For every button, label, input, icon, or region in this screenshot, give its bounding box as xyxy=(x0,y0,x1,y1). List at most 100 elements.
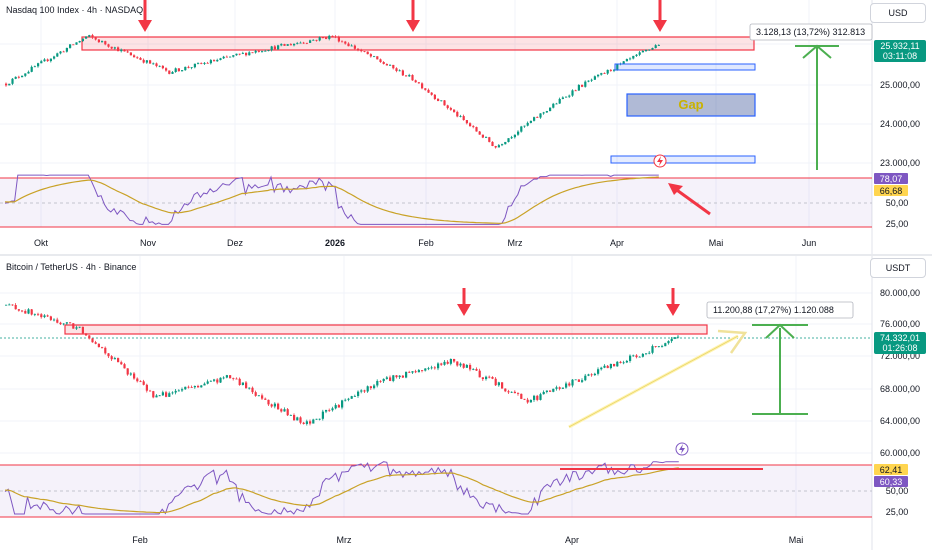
nasdaq-x-tick: Apr xyxy=(610,238,624,248)
bitcoin-candle xyxy=(264,398,267,400)
nasdaq-candle xyxy=(53,56,56,59)
bitcoin-candle xyxy=(78,326,81,328)
nasdaq-candle xyxy=(168,70,171,74)
nasdaq-candle xyxy=(513,134,516,138)
nasdaq-candle xyxy=(411,75,414,81)
nasdaq-candle xyxy=(459,116,462,117)
nasdaq-candle xyxy=(593,76,596,80)
nasdaq-candle xyxy=(261,51,264,52)
nasdaq-candle xyxy=(219,58,222,60)
bitcoin-candle xyxy=(94,342,97,344)
nasdaq-candle xyxy=(81,38,84,42)
nasdaq-countdown: 03:11:08 xyxy=(883,51,917,61)
bitcoin-candle xyxy=(49,316,52,320)
nasdaq-candle xyxy=(270,46,273,51)
bitcoin-candle xyxy=(216,379,219,383)
nasdaq-candle xyxy=(161,65,164,69)
nasdaq-support-box[interactable] xyxy=(610,155,756,164)
bitcoin-candle xyxy=(632,355,635,357)
bitcoin-candle xyxy=(123,364,126,369)
bitcoin-candle xyxy=(616,361,619,367)
bitcoin-candle xyxy=(491,377,494,379)
chart-stage[interactable]: 26.000,0025.000,0024.000,0023.000,00 Okt… xyxy=(0,0,932,550)
bitcoin-candle xyxy=(501,382,504,389)
bitcoin-y-tick: 64.000,00 xyxy=(880,416,920,426)
bitcoin-candles[interactable] xyxy=(5,303,680,426)
nasdaq-last-price: 25.932,11 xyxy=(880,41,919,51)
bitcoin-candle xyxy=(478,370,481,378)
bitcoin-down-arrowhead xyxy=(666,304,680,316)
bitcoin-alert-icon[interactable] xyxy=(675,442,689,456)
bitcoin-candle xyxy=(385,377,388,379)
nasdaq-candle xyxy=(117,47,120,52)
bitcoin-candle xyxy=(72,323,75,329)
bitcoin-candle xyxy=(235,378,238,380)
bitcoin-candle xyxy=(414,371,417,373)
nasdaq-gap-box-small[interactable] xyxy=(614,63,756,71)
nasdaq-x-tick: Jun xyxy=(802,238,817,248)
nasdaq-candle xyxy=(488,137,491,142)
nasdaq-candle xyxy=(232,55,235,57)
bitcoin-candle xyxy=(197,385,200,388)
nasdaq-rsi-ma-value: 66,68 xyxy=(880,186,903,196)
nasdaq-alert-icon[interactable] xyxy=(653,154,667,168)
nasdaq-candle xyxy=(62,51,65,53)
bitcoin-red-arrows xyxy=(457,288,680,316)
bitcoin-candle xyxy=(401,375,404,378)
bitcoin-candle xyxy=(328,409,331,411)
bitcoin-candle xyxy=(363,390,366,392)
bitcoin-down-arrowhead xyxy=(457,304,471,316)
bitcoin-candle xyxy=(161,392,164,396)
bitcoin-candle xyxy=(229,375,232,379)
nasdaq-candle xyxy=(209,60,212,64)
nasdaq-candle xyxy=(465,120,468,124)
bitcoin-resistance-zone[interactable] xyxy=(64,324,708,335)
bitcoin-candle xyxy=(126,368,129,375)
bitcoin-candle xyxy=(149,390,152,392)
nasdaq-currency-button[interactable]: USD xyxy=(870,3,926,23)
nasdaq-candle xyxy=(561,97,564,99)
nasdaq-candle xyxy=(632,55,635,59)
bitcoin-candle xyxy=(577,379,580,382)
nasdaq-candle xyxy=(46,59,49,62)
bitcoin-candle xyxy=(187,386,190,388)
bitcoin-y-tick: 60.000,00 xyxy=(880,448,920,458)
nasdaq-candle xyxy=(264,50,267,52)
nasdaq-candles[interactable] xyxy=(5,33,660,149)
bitcoin-y-tick: 76.000,00 xyxy=(880,319,920,329)
bitcoin-candle xyxy=(545,390,548,392)
nasdaq-symbol-title[interactable]: Nasdaq 100 Index · 4h · NASDAQ xyxy=(6,5,143,15)
nasdaq-candle xyxy=(277,45,280,50)
bitcoin-candle xyxy=(645,353,648,355)
bitcoin-candle xyxy=(104,347,107,354)
nasdaq-candle xyxy=(657,45,660,47)
bitcoin-candle xyxy=(459,363,462,366)
nasdaq-candle xyxy=(321,37,324,39)
nasdaq-candle xyxy=(136,57,139,59)
bitcoin-candle xyxy=(424,368,427,371)
bitcoin-candle xyxy=(600,367,603,370)
bitcoin-candle xyxy=(155,395,158,398)
bitcoin-candle xyxy=(510,391,513,393)
nasdaq-candle xyxy=(651,48,654,50)
bitcoin-currency-button[interactable]: USDT xyxy=(870,258,926,278)
bitcoin-candle xyxy=(209,380,212,382)
nasdaq-candle xyxy=(267,50,270,52)
nasdaq-candle xyxy=(392,64,395,69)
bitcoin-candle xyxy=(517,393,520,394)
bitcoin-candle xyxy=(357,391,360,396)
bitcoin-candle xyxy=(190,387,193,388)
nasdaq-candle xyxy=(33,66,36,68)
nasdaq-x-tick: 2026 xyxy=(325,238,345,248)
bitcoin-candle xyxy=(312,419,315,424)
bitcoin-candle xyxy=(241,382,244,385)
bitcoin-candle xyxy=(625,360,628,363)
nasdaq-candle xyxy=(334,36,337,38)
bitcoin-candle xyxy=(433,367,436,369)
nasdaq-candle xyxy=(517,131,520,135)
bitcoin-symbol-title[interactable]: Bitcoin / TetherUS · 4h · Binance xyxy=(6,262,136,272)
bitcoin-candle xyxy=(411,371,414,373)
nasdaq-y-tick: 25.000,00 xyxy=(880,80,920,90)
bitcoin-trend-arrow[interactable] xyxy=(568,329,748,429)
bitcoin-candle xyxy=(213,379,216,381)
